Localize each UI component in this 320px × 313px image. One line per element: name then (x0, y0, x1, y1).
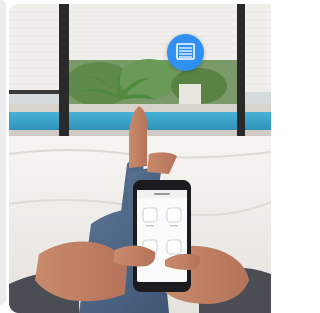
window-frame-right (237, 4, 245, 154)
window-frame-left (59, 4, 69, 154)
photo-card (9, 4, 271, 313)
app-tile-4 (166, 239, 182, 255)
photo-illustration (9, 4, 271, 313)
previous-slide-edge[interactable] (0, 0, 6, 305)
app-tile-2 (166, 207, 182, 223)
shade-center (69, 4, 237, 60)
window-shade-icon (167, 34, 204, 71)
shade-left (9, 4, 59, 90)
app-tile-1 (142, 207, 158, 223)
scene (0, 0, 271, 313)
shade-right (245, 4, 271, 92)
